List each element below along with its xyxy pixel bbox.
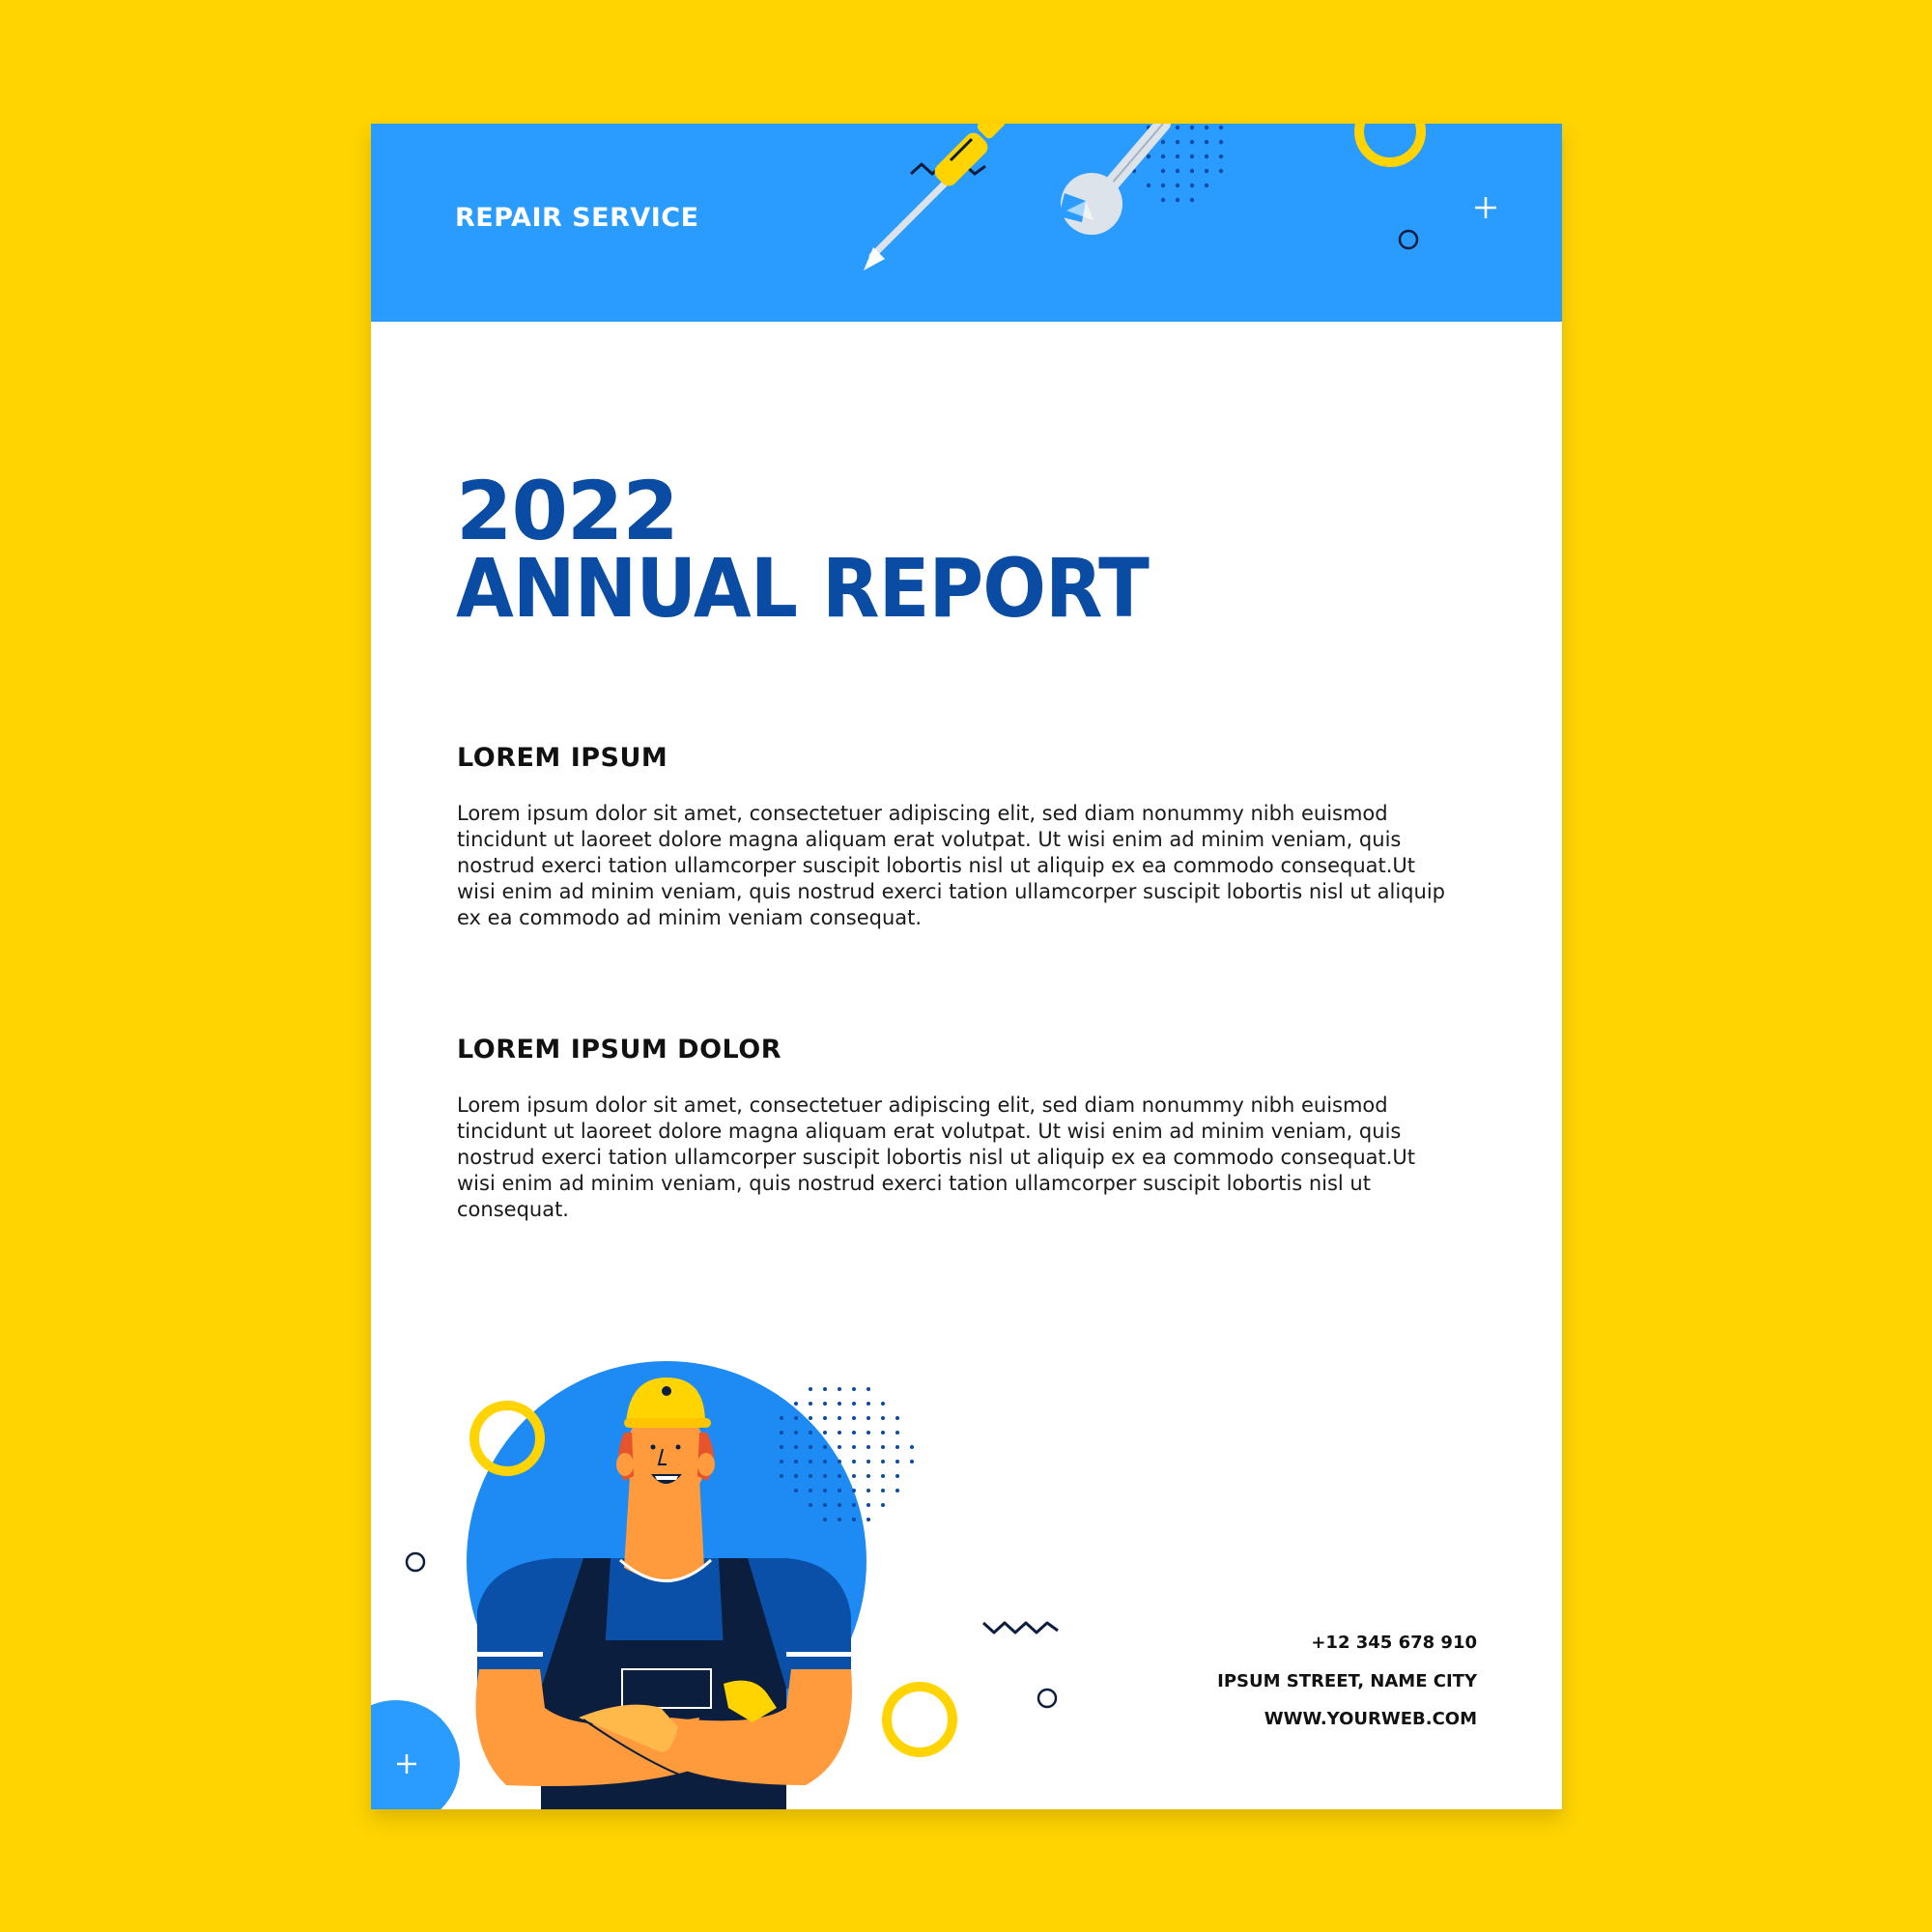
zigzag-icon [981,1621,1059,1634]
contact-phone: +12 345 678 910 [1311,1633,1477,1653]
corner-circle [371,1700,460,1809]
footer-decoration [371,1361,1059,1809]
small-circle-icon [405,1551,426,1573]
small-circle-icon [1037,1688,1058,1709]
ring-icon [882,1682,957,1757]
contact-address: IPSUM STREET, NAME CITY [1217,1671,1477,1691]
report-page: REPAIR SERVICE 2022 ANNUAL REPORT LOREM … [371,124,1562,1809]
contact-website[interactable]: WWW.YOURWEB.COM [1264,1709,1477,1729]
